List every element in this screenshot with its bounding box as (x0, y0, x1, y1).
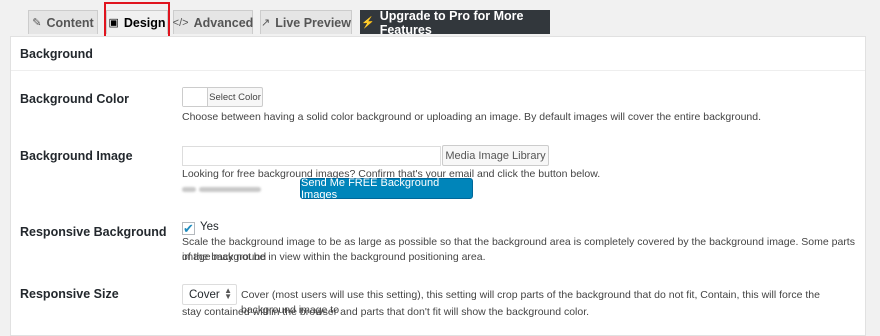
background-color-description: Choose between having a solid color back… (182, 111, 762, 123)
responsive-size-value: Cover (189, 288, 220, 301)
external-link-icon: ↗ (261, 17, 271, 29)
tab-upgrade-pro[interactable]: ⚡ Upgrade to Pro for More Features (360, 8, 550, 37)
responsive-background-description-2: image may not be in view within the back… (182, 251, 486, 263)
select-color-button[interactable]: Select Color (182, 87, 263, 107)
responsive-size-label: Responsive Size (20, 287, 119, 301)
chevron-updown-icon: ▲ ▼ (224, 286, 232, 301)
responsive-background-label: Responsive Background (20, 225, 167, 239)
tab-upgrade-label: Upgrade to Pro for More Features (379, 8, 524, 37)
tab-live-preview-label: Live Preview (275, 15, 351, 30)
tab-design-label: Design (123, 15, 166, 30)
tab-design[interactable]: ▣ Design (106, 10, 168, 34)
tab-live-preview[interactable]: ↗ Live Preview (260, 10, 352, 34)
code-icon: </> (172, 16, 189, 29)
background-color-label: Background Color (20, 92, 130, 106)
responsive-background-yes-label: Yes (200, 221, 219, 233)
email-field-blurred[interactable] (182, 179, 268, 199)
color-swatch (183, 88, 208, 106)
tab-advanced-label: Advanced (193, 15, 254, 30)
send-free-images-button[interactable]: Send Me FREE Background Images (300, 177, 473, 201)
media-image-library-button[interactable]: Media Image Library (442, 145, 549, 166)
responsive-background-checkbox[interactable]: ✔ (182, 222, 195, 235)
image-icon: ▣ (108, 17, 119, 29)
tab-content[interactable]: ✎ Content (28, 10, 98, 34)
bolt-icon: ⚡ (361, 17, 375, 29)
background-image-url-input[interactable] (182, 146, 441, 166)
panel-title: Background (11, 37, 865, 71)
background-image-label: Background Image (20, 149, 133, 163)
tab-content-label: Content (46, 15, 94, 30)
tab-advanced[interactable]: </> Advanced (173, 10, 253, 34)
responsive-size-description-2: stay contained within the browser and pa… (182, 306, 590, 318)
pencil-square-icon: ✎ (32, 17, 42, 29)
responsive-size-select[interactable]: Cover ▲ ▼ (182, 284, 237, 305)
settings-panel: Background Background Color Select Color… (10, 36, 866, 336)
select-color-label: Select Color (209, 91, 261, 103)
